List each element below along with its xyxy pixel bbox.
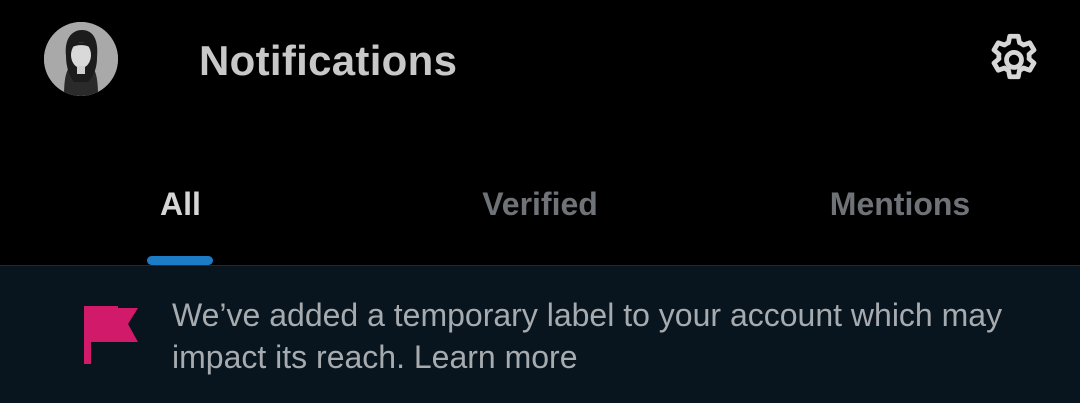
top-app-bar: Notifications <box>0 0 1080 120</box>
tab-verified[interactable]: Verified <box>360 150 720 266</box>
notification-tabs: All Verified Mentions <box>0 150 1080 266</box>
tab-mentions-label: Mentions <box>829 186 971 222</box>
tab-verified-label: Verified <box>482 186 598 222</box>
gear-icon <box>991 33 1037 80</box>
banner-message-text: We’ve added a temporary label to your ac… <box>172 297 1003 375</box>
active-tab-indicator <box>147 256 213 265</box>
tab-all-label: All <box>160 186 201 222</box>
learn-more-link[interactable]: Learn more <box>414 339 578 375</box>
flag-icon <box>84 306 140 364</box>
page-title: Notifications <box>199 37 458 84</box>
banner-message: We’ve added a temporary label to your ac… <box>172 294 1062 378</box>
profile-avatar[interactable] <box>44 22 118 96</box>
avatar-image <box>44 22 118 96</box>
tab-mentions[interactable]: Mentions <box>720 150 1080 266</box>
tab-all[interactable]: All <box>0 150 360 266</box>
settings-button[interactable] <box>984 30 1044 90</box>
